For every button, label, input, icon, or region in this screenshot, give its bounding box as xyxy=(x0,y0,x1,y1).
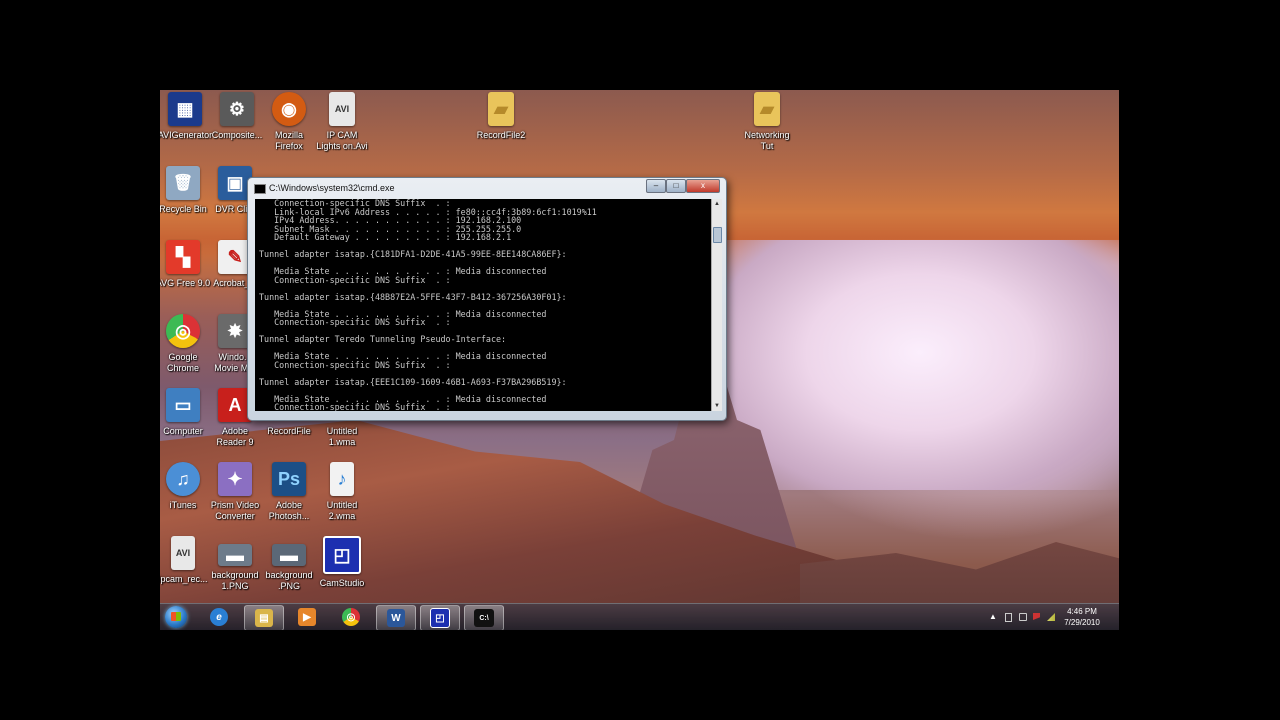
clock-time: 4:46 PM xyxy=(1067,607,1097,616)
composite-icon: ⚙ xyxy=(220,92,254,126)
cmd-console[interactable]: Connection-specific DNS Suffix . : Link-… xyxy=(255,199,711,411)
network-icon[interactable] xyxy=(1047,613,1055,621)
taskbar-media-player[interactable]: ▶ xyxy=(288,605,326,629)
media-player-icon: ▶ xyxy=(298,608,316,626)
chrome-icon: ◎ xyxy=(342,608,360,626)
taskbar-chrome[interactable]: ◎ xyxy=(332,605,370,629)
desktop-icon-background1-png[interactable]: ▬ background 1.PNG xyxy=(204,536,266,608)
ie-icon: e xyxy=(210,608,228,626)
word-icon: W xyxy=(387,609,405,627)
windows-flag-icon xyxy=(171,612,181,621)
minimize-button[interactable]: – xyxy=(646,179,666,193)
desktop-icon-ipcam-avi[interactable]: AVI IP CAM Lights on.Avi xyxy=(311,92,373,164)
camstudio-icon: ◰ xyxy=(323,536,361,574)
cmd-titlebar[interactable]: C:\Windows\system32\cmd.exe – □ x xyxy=(248,178,726,198)
show-hidden-icons-icon[interactable]: ▲ xyxy=(989,613,997,621)
cmd-window-icon xyxy=(254,184,266,194)
desktop-icon-label: Networking Tut xyxy=(744,130,790,151)
device-icon[interactable] xyxy=(1005,613,1012,622)
desktop-icon-label: RecordFile2 xyxy=(476,130,526,140)
folder-icon: ▰ xyxy=(754,92,780,126)
desktop-icon-label: IP CAM Lights on.Avi xyxy=(316,130,368,151)
avi-file-icon: AVI xyxy=(329,92,355,126)
desktop-icon-label: Untitled 2.wma xyxy=(326,500,358,521)
cmd-output: Connection-specific DNS Suffix . : Link-… xyxy=(259,199,597,411)
scroll-up-icon[interactable]: ▲ xyxy=(712,199,722,209)
avg-icon: ▚ xyxy=(166,240,200,274)
action-center-flag-icon[interactable] xyxy=(1033,613,1040,620)
firefox-icon: ◉ xyxy=(272,92,306,126)
itunes-icon: ♫ xyxy=(166,462,200,496)
cmd-scrollbar[interactable]: ▲ ▼ xyxy=(711,199,722,411)
photoshop-icon: Ps xyxy=(272,462,306,496)
desktop-icon-label: CamStudio xyxy=(319,578,365,588)
camstudio-icon: ◰ xyxy=(430,608,450,628)
avi-file-icon: AVI xyxy=(171,536,195,570)
desktop-icon-recordfile2[interactable]: ▰ RecordFile2 xyxy=(470,92,532,164)
desktop-icon-label: Adobe Reader 9 xyxy=(216,426,254,447)
system-tray: ▲ 4:46 PM 7/29/2010 xyxy=(973,604,1113,630)
wallpaper-sky xyxy=(720,240,1119,490)
wma-file-icon: ♪ xyxy=(330,462,354,496)
prism-icon: ✦ xyxy=(218,462,252,496)
close-button[interactable]: x xyxy=(686,179,720,193)
scrollbar-thumb[interactable] xyxy=(713,227,722,243)
start-button[interactable] xyxy=(162,604,190,630)
desktop-icon-label: background 1.PNG xyxy=(211,570,259,591)
folder-icon: ▤ xyxy=(255,609,273,627)
recycle-bin-icon: 🗑 xyxy=(166,166,200,200)
folder-icon: ▰ xyxy=(488,92,514,126)
avigenerator-icon: ▦ xyxy=(168,92,202,126)
desktop: ▦ AVIGenerator ⚙ Composite... ◉ Mozilla … xyxy=(160,90,1119,630)
battery-icon[interactable] xyxy=(1019,613,1027,621)
taskbar-cmd[interactable]: C:\ xyxy=(464,605,504,630)
cmd-window[interactable]: C:\Windows\system32\cmd.exe – □ x Connec… xyxy=(247,177,727,421)
desktop-icon-networking-tut[interactable]: ▰ Networking Tut xyxy=(736,92,798,164)
taskbar: e ▤ ▶ ◎ W ◰ C:\ ▲ 4:46 PM 7/29/2010 xyxy=(160,603,1119,630)
taskbar-word[interactable]: W xyxy=(376,605,416,630)
desktop-icon-untitled2-wma[interactable]: ♪ Untitled 2.wma xyxy=(311,462,373,534)
computer-icon: ▭ xyxy=(166,388,200,422)
maximize-button[interactable]: □ xyxy=(666,179,686,193)
taskbar-camstudio[interactable]: ◰ xyxy=(420,605,460,630)
clock-date: 7/29/2010 xyxy=(1064,618,1100,627)
cmd-icon: C:\ xyxy=(474,609,494,627)
chrome-icon: ◎ xyxy=(166,314,200,348)
cmd-window-title: C:\Windows\system32\cmd.exe xyxy=(269,183,395,193)
desktop-icon-label: Untitled 1.wma xyxy=(326,426,358,447)
taskbar-explorer[interactable]: ▤ xyxy=(244,605,284,630)
scroll-down-icon[interactable]: ▼ xyxy=(712,401,722,411)
taskbar-ie[interactable]: e xyxy=(200,605,238,629)
desktop-icon-camstudio[interactable]: ◰ CamStudio xyxy=(311,536,373,608)
image-file-icon: ▬ xyxy=(272,544,306,566)
image-file-icon: ▬ xyxy=(218,544,252,566)
desktop-icon-prism[interactable]: ✦ Prism Video Converter xyxy=(204,462,266,534)
desktop-icon-label: Prism Video Converter xyxy=(210,500,260,521)
clock[interactable]: 4:46 PM 7/29/2010 xyxy=(1059,606,1105,628)
